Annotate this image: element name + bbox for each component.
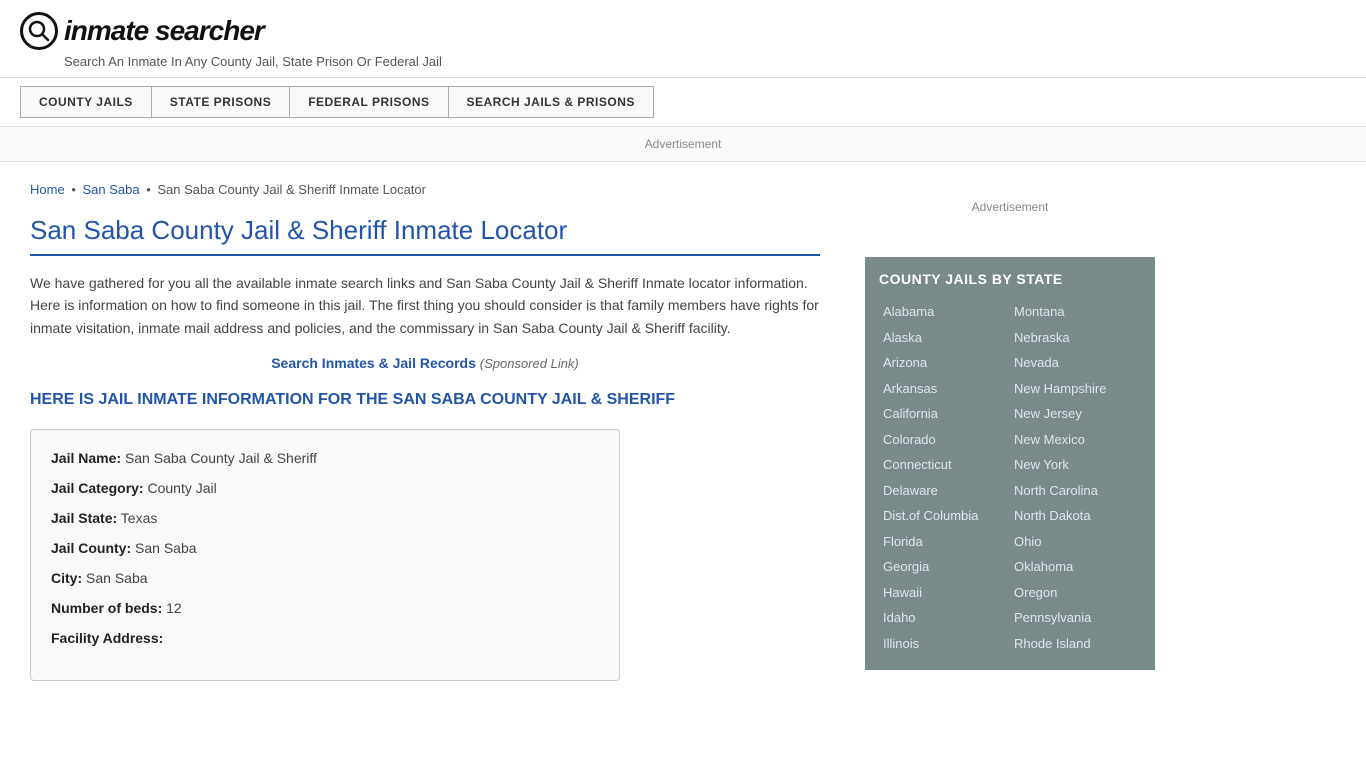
state-list-title: COUNTY JAILS BY STATE: [879, 271, 1141, 287]
state-link[interactable]: North Dakota: [1010, 503, 1141, 529]
state-link[interactable]: New Hampshire: [1010, 376, 1141, 402]
main-layout: Home • San Saba • San Saba County Jail &…: [0, 162, 1366, 701]
state-link[interactable]: Colorado: [879, 427, 1010, 453]
logo-text: inmate searcher: [64, 15, 264, 47]
jail-beds-row: Number of beds: 12: [51, 600, 599, 616]
jail-name-label: Jail Name:: [51, 450, 121, 466]
info-card: Jail Name: San Saba County Jail & Sherif…: [30, 429, 620, 681]
state-link[interactable]: Arkansas: [879, 376, 1010, 402]
state-col-left: AlabamaAlaskaArizonaArkansasCaliforniaCo…: [879, 299, 1010, 656]
state-link[interactable]: Ohio: [1010, 529, 1141, 555]
state-link[interactable]: Illinois: [879, 631, 1010, 657]
jail-address-label: Facility Address:: [51, 630, 163, 646]
breadcrumb-parent-link[interactable]: San Saba: [82, 182, 139, 197]
jail-city-val: San Saba: [86, 570, 148, 586]
jail-county-row: Jail County: San Saba: [51, 540, 599, 556]
state-link[interactable]: Alaska: [879, 325, 1010, 351]
jail-county-label: Jail County:: [51, 540, 131, 556]
jail-name-row: Jail Name: San Saba County Jail & Sherif…: [51, 450, 599, 466]
breadcrumb-sep1: •: [71, 182, 79, 197]
jail-state-row: Jail State: Texas: [51, 510, 599, 526]
logo-icon: [20, 12, 58, 50]
breadcrumb-sep2: •: [146, 182, 154, 197]
state-link[interactable]: Nebraska: [1010, 325, 1141, 351]
state-link[interactable]: Georgia: [879, 554, 1010, 580]
sidebar-ad: Advertisement: [865, 177, 1155, 237]
state-link[interactable]: Rhode Island: [1010, 631, 1141, 657]
breadcrumb: Home • San Saba • San Saba County Jail &…: [30, 182, 820, 197]
jail-beds-label: Number of beds:: [51, 600, 162, 616]
jail-category-label: Jail Category:: [51, 480, 144, 496]
state-link[interactable]: California: [879, 401, 1010, 427]
ad-banner: Advertisement: [0, 126, 1366, 162]
state-link[interactable]: Alabama: [879, 299, 1010, 325]
state-link[interactable]: New Jersey: [1010, 401, 1141, 427]
description-text: We have gathered for you all the availab…: [30, 272, 820, 339]
state-link[interactable]: Delaware: [879, 478, 1010, 504]
sponsored-suffix: (Sponsored Link): [480, 356, 579, 371]
state-columns: AlabamaAlaskaArizonaArkansasCaliforniaCo…: [879, 299, 1141, 656]
state-link[interactable]: Hawaii: [879, 580, 1010, 606]
state-link[interactable]: Dist.of Columbia: [879, 503, 1010, 529]
page-title: San Saba County Jail & Sheriff Inmate Lo…: [30, 215, 820, 256]
jail-city-row: City: San Saba: [51, 570, 599, 586]
state-link[interactable]: Oklahoma: [1010, 554, 1141, 580]
state-link[interactable]: Montana: [1010, 299, 1141, 325]
jail-category-row: Jail Category: County Jail: [51, 480, 599, 496]
nav-state-prisons-button[interactable]: STATE PRISONS: [152, 86, 290, 118]
nav-bar: COUNTY JAILS STATE PRISONS FEDERAL PRISO…: [0, 78, 1366, 126]
state-col-right: MontanaNebraskaNevadaNew HampshireNew Je…: [1010, 299, 1141, 656]
jail-county-val: San Saba: [135, 540, 197, 556]
logo-area: inmate searcher: [20, 12, 1346, 50]
state-link[interactable]: New Mexico: [1010, 427, 1141, 453]
jail-city-label: City:: [51, 570, 82, 586]
jail-state-label: Jail State:: [51, 510, 117, 526]
breadcrumb-current: San Saba County Jail & Sheriff Inmate Lo…: [157, 182, 426, 197]
jail-address-row: Facility Address:: [51, 630, 599, 646]
header: inmate searcher Search An Inmate In Any …: [0, 0, 1366, 78]
state-link[interactable]: Pennsylvania: [1010, 605, 1141, 631]
state-link[interactable]: New York: [1010, 452, 1141, 478]
state-link[interactable]: Idaho: [879, 605, 1010, 631]
state-link[interactable]: Florida: [879, 529, 1010, 555]
jail-state-val: Texas: [121, 510, 158, 526]
jail-cat-val: County Jail: [147, 480, 216, 496]
sponsored-link-area: Search Inmates & Jail Records (Sponsored…: [30, 355, 820, 371]
state-link[interactable]: Oregon: [1010, 580, 1141, 606]
nav-federal-prisons-button[interactable]: FEDERAL PRISONS: [290, 86, 448, 118]
section-heading: HERE IS JAIL INMATE INFORMATION FOR THE …: [30, 391, 820, 409]
sponsored-link[interactable]: Search Inmates & Jail Records: [271, 355, 476, 371]
state-list-box: COUNTY JAILS BY STATE AlabamaAlaskaArizo…: [865, 257, 1155, 670]
state-link[interactable]: Arizona: [879, 350, 1010, 376]
main-content: Home • San Saba • San Saba County Jail &…: [0, 162, 850, 701]
nav-county-jails-button[interactable]: COUNTY JAILS: [20, 86, 152, 118]
breadcrumb-home-link[interactable]: Home: [30, 182, 65, 197]
tagline: Search An Inmate In Any County Jail, Sta…: [64, 54, 1346, 69]
jail-beds-val: 12: [166, 600, 182, 616]
jail-name-val: San Saba County Jail & Sheriff: [125, 450, 317, 466]
state-link[interactable]: Connecticut: [879, 452, 1010, 478]
state-link[interactable]: North Carolina: [1010, 478, 1141, 504]
sidebar: Advertisement COUNTY JAILS BY STATE Alab…: [850, 162, 1170, 701]
state-link[interactable]: Nevada: [1010, 350, 1141, 376]
nav-search-button[interactable]: SEARCH JAILS & PRISONS: [449, 86, 654, 118]
